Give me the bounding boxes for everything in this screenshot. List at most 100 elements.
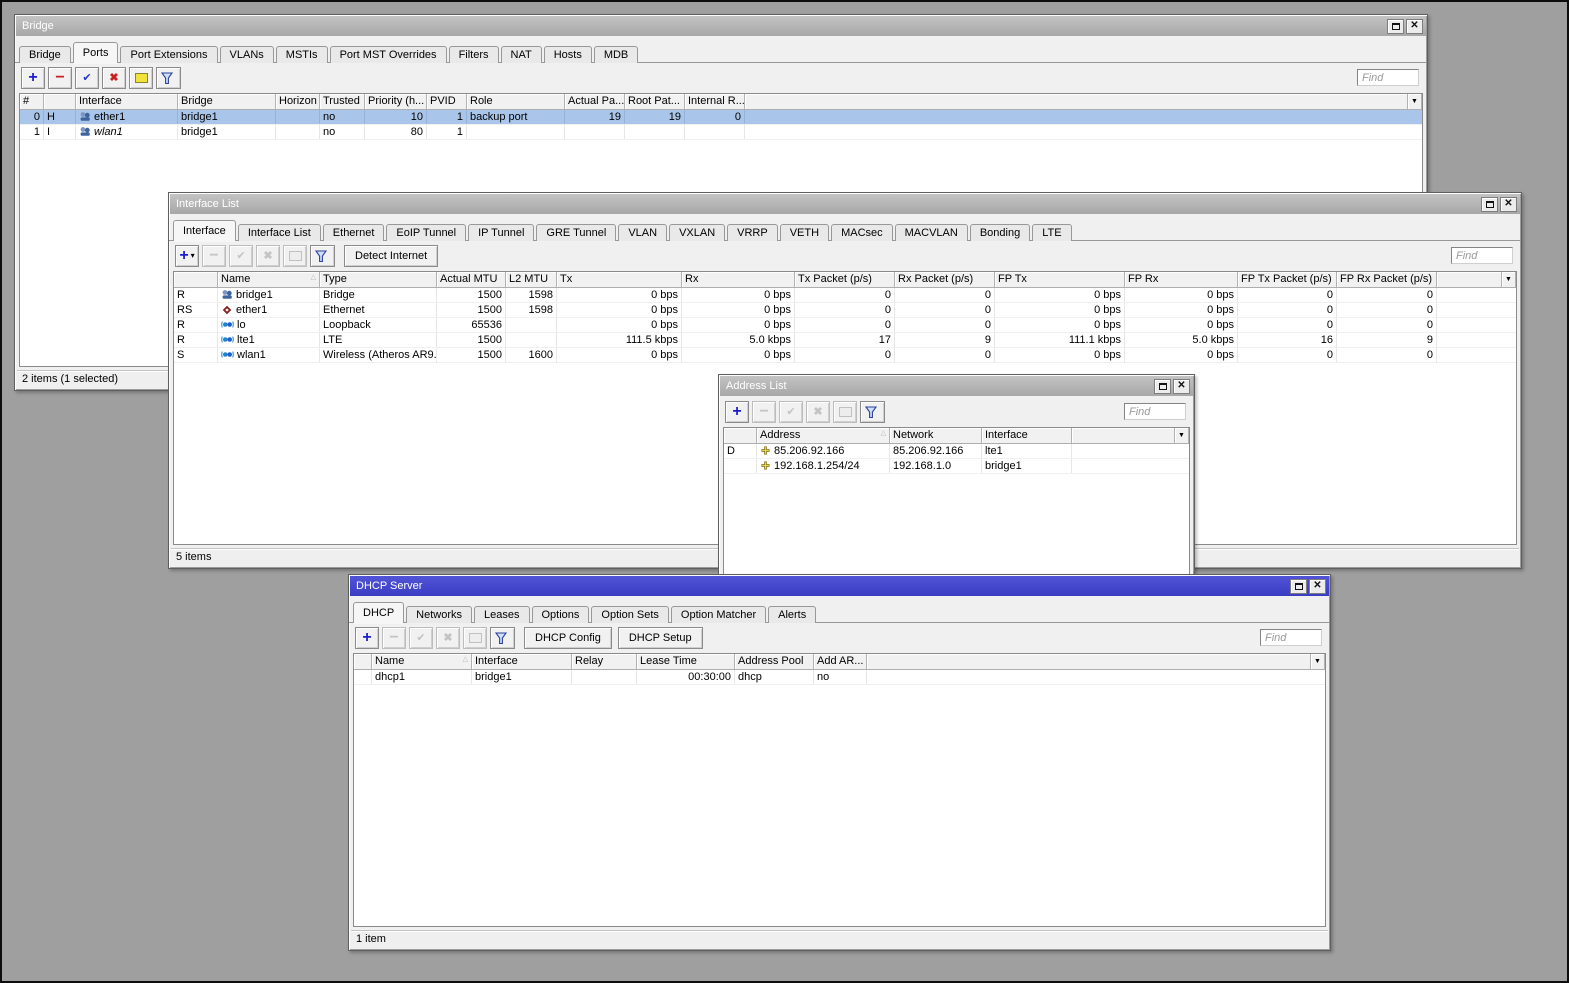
- enable-button[interactable]: ✔: [75, 67, 99, 89]
- find-input[interactable]: [1357, 69, 1419, 86]
- table-row[interactable]: RS ether1 Ethernet 1500 1598 0 bps 0 bps…: [174, 303, 1516, 318]
- tab-alerts[interactable]: Alerts: [768, 606, 817, 623]
- col-root-path-cost[interactable]: Root Pat...: [625, 94, 685, 109]
- col-rx-packet[interactable]: Rx Packet (p/s): [895, 272, 995, 287]
- col-fp-tx-packet[interactable]: FP Tx Packet (p/s): [1238, 272, 1337, 287]
- bridge-titlebar[interactable]: Bridge ✕: [16, 16, 1426, 36]
- table-row[interactable]: 0 H ether1 bridge1 no 10 1 backup port 1…: [20, 110, 1422, 125]
- col-name[interactable]: Name △: [372, 654, 472, 669]
- col-relay[interactable]: Relay: [572, 654, 637, 669]
- table-row[interactable]: 192.168.1.254/24 192.168.1.0 bridge1: [724, 459, 1189, 474]
- tab-ports[interactable]: Ports: [72, 42, 119, 63]
- remove-button[interactable]: −: [48, 67, 72, 89]
- col-flags[interactable]: [724, 428, 757, 443]
- col-priority[interactable]: Priority (h...: [365, 94, 427, 109]
- tab-option-sets[interactable]: Option Sets: [591, 606, 669, 623]
- col-interface[interactable]: Interface: [472, 654, 572, 669]
- tab-options[interactable]: Options: [531, 606, 590, 623]
- detect-internet-button[interactable]: Detect Internet: [344, 245, 439, 267]
- table-row[interactable]: D 85.206.92.166 85.206.92.166 lte1: [724, 444, 1189, 459]
- column-menu-button[interactable]: ▼: [1502, 272, 1516, 287]
- tab-lte[interactable]: LTE: [1032, 224, 1072, 241]
- tab-macvlan[interactable]: MACVLAN: [894, 224, 968, 241]
- column-menu-button[interactable]: ▼: [1408, 94, 1422, 109]
- col-trusted[interactable]: Trusted: [320, 94, 365, 109]
- table-row[interactable]: S wlan1 Wireless (Atheros AR9... 1500 16…: [174, 348, 1516, 363]
- disable-button[interactable]: ✖: [806, 401, 830, 423]
- dhcp-setup-button[interactable]: DHCP Setup: [617, 627, 703, 649]
- enable-button[interactable]: ✔: [779, 401, 803, 423]
- interface-list-titlebar[interactable]: Interface List ✕: [170, 194, 1520, 214]
- disable-button[interactable]: ✖: [256, 245, 280, 267]
- remove-button[interactable]: −: [202, 245, 226, 267]
- tab-interface[interactable]: Interface: [173, 220, 236, 241]
- filter-button[interactable]: [310, 245, 335, 267]
- tab-leases[interactable]: Leases: [474, 606, 530, 623]
- col-number[interactable]: #: [20, 94, 44, 109]
- tab-port-mst-overrides[interactable]: Port MST Overrides: [329, 46, 447, 63]
- remove-button[interactable]: −: [382, 627, 406, 649]
- tab-nat[interactable]: NAT: [500, 46, 542, 63]
- col-address[interactable]: Address △: [757, 428, 890, 443]
- add-button[interactable]: +: [725, 401, 749, 423]
- col-flags[interactable]: [354, 654, 372, 669]
- col-fp-rx[interactable]: FP Rx: [1125, 272, 1238, 287]
- col-interface[interactable]: Interface: [982, 428, 1072, 443]
- col-internal-root[interactable]: Internal R...: [685, 94, 745, 109]
- col-rx[interactable]: Rx: [682, 272, 795, 287]
- remove-button[interactable]: −: [752, 401, 776, 423]
- tab-vlans[interactable]: VLANs: [219, 46, 274, 63]
- tab-filters[interactable]: Filters: [448, 46, 499, 63]
- column-menu-button[interactable]: ▼: [1311, 654, 1325, 669]
- col-role[interactable]: Role: [467, 94, 565, 109]
- dhcp-server-titlebar[interactable]: DHCP Server ✕: [350, 576, 1329, 596]
- close-button[interactable]: ✕: [1173, 378, 1190, 394]
- tab-vlan[interactable]: VLAN: [618, 224, 668, 241]
- table-row[interactable]: R bridge1 Bridge 1500 1598 0 bps 0 bps 0…: [174, 288, 1516, 303]
- tab-vxlan[interactable]: VXLAN: [669, 224, 726, 241]
- tab-eoip-tunnel[interactable]: EoIP Tunnel: [386, 224, 467, 241]
- filter-button[interactable]: [490, 627, 515, 649]
- close-button[interactable]: ✕: [1309, 578, 1326, 594]
- col-lease-time[interactable]: Lease Time: [637, 654, 735, 669]
- col-l2-mtu[interactable]: L2 MTU: [506, 272, 557, 287]
- table-row[interactable]: R lte1 LTE 1500 111.5 kbps 5.0 kbps 17 9…: [174, 333, 1516, 348]
- tab-ip-tunnel[interactable]: IP Tunnel: [468, 224, 535, 241]
- col-add-arp[interactable]: Add AR...: [814, 654, 867, 669]
- col-pvid[interactable]: PVID: [427, 94, 467, 109]
- filter-button[interactable]: [156, 67, 181, 89]
- col-network[interactable]: Network: [890, 428, 982, 443]
- add-button[interactable]: + ▾: [175, 245, 199, 267]
- add-button[interactable]: +: [21, 67, 45, 89]
- col-interface[interactable]: Interface: [76, 94, 178, 109]
- tab-veth[interactable]: VETH: [779, 224, 830, 241]
- tab-bonding[interactable]: Bonding: [969, 224, 1031, 241]
- tab-ethernet[interactable]: Ethernet: [322, 224, 385, 241]
- tab-vrrp[interactable]: VRRP: [727, 224, 778, 241]
- comment-button[interactable]: [283, 245, 307, 267]
- tab-dhcp[interactable]: DHCP: [353, 602, 405, 623]
- add-button[interactable]: +: [355, 627, 379, 649]
- tab-networks[interactable]: Networks: [406, 606, 473, 623]
- address-list-titlebar[interactable]: Address List ✕: [720, 376, 1193, 396]
- find-input[interactable]: [1124, 403, 1186, 420]
- col-tx[interactable]: Tx: [557, 272, 682, 287]
- maximize-button[interactable]: [1481, 196, 1498, 212]
- tab-bridge[interactable]: Bridge: [19, 46, 71, 63]
- col-bridge[interactable]: Bridge: [178, 94, 276, 109]
- tab-hosts[interactable]: Hosts: [543, 46, 592, 63]
- col-flags[interactable]: [44, 94, 76, 109]
- filter-button[interactable]: [860, 401, 885, 423]
- table-row[interactable]: 1 I wlan1 bridge1 no 80 1: [20, 125, 1422, 140]
- col-tx-packet[interactable]: Tx Packet (p/s): [795, 272, 895, 287]
- find-input[interactable]: [1260, 629, 1322, 646]
- comment-button[interactable]: [463, 627, 487, 649]
- col-actual-mtu[interactable]: Actual MTU: [437, 272, 506, 287]
- comment-button[interactable]: [129, 67, 153, 89]
- col-fp-tx[interactable]: FP Tx: [995, 272, 1125, 287]
- comment-button[interactable]: [833, 401, 857, 423]
- col-horizon[interactable]: Horizon: [276, 94, 320, 109]
- col-name[interactable]: Name △: [218, 272, 320, 287]
- col-address-pool[interactable]: Address Pool: [735, 654, 814, 669]
- tab-option-matcher[interactable]: Option Matcher: [670, 606, 767, 623]
